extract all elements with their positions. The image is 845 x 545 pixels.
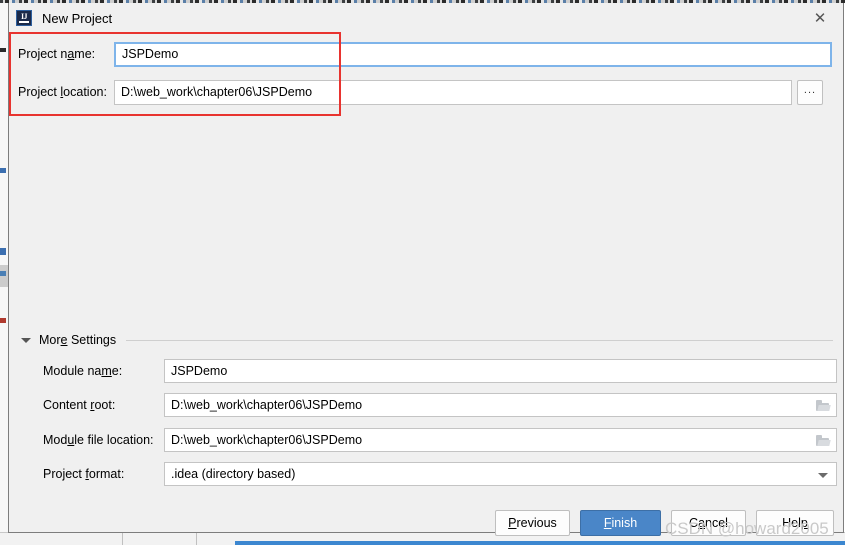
background-fleck	[0, 248, 6, 255]
app-icon-underline	[19, 21, 29, 23]
dialog-titlebar: IJ New Project ✕	[9, 3, 843, 33]
field-value: JSPDemo	[171, 364, 228, 378]
chevron-down-icon[interactable]	[21, 337, 31, 343]
field-value: D:\web_work\chapter06\JSPDemo	[171, 398, 363, 412]
label-part: revious	[516, 516, 557, 530]
label-part: Project	[18, 85, 61, 99]
chevron-down-icon[interactable]	[818, 473, 828, 478]
finish-button[interactable]: Finish	[580, 510, 661, 536]
folder-icon[interactable]	[816, 435, 831, 446]
module-file-location-row: Module file location: D:\web_work\chapte…	[9, 428, 837, 452]
label-part: Mod	[43, 433, 68, 447]
background-divider	[196, 533, 197, 545]
folder-icon[interactable]	[816, 400, 831, 411]
project-name-input[interactable]: JSPDemo	[114, 41, 832, 67]
background-fleck	[0, 271, 6, 276]
label-part: ocation:	[63, 85, 107, 99]
background-progress-bar	[235, 541, 845, 545]
more-settings-header[interactable]: More Settings	[21, 333, 833, 347]
background-ide-left-strip	[0, 3, 8, 533]
label-part: Hel	[782, 516, 801, 530]
section-divider	[126, 339, 833, 341]
label-part: Project n	[18, 47, 68, 61]
project-format-label: Project format:	[9, 467, 164, 481]
label-mnemonic: m	[101, 364, 112, 378]
project-format-select[interactable]: .idea (directory based)	[164, 462, 837, 486]
help-button[interactable]: Hel p	[756, 510, 834, 536]
intellij-idea-icon: IJ	[16, 10, 32, 26]
project-format-row: Project format: .idea (directory based)	[9, 462, 837, 486]
dialog-title: New Project	[42, 10, 113, 26]
new-project-dialog: IJ New Project ✕ Project name: JSPDemo P…	[8, 3, 844, 536]
label-part: le file location:	[74, 433, 154, 447]
module-file-location-input[interactable]: D:\web_work\chapter06\JSPDemo	[164, 428, 837, 452]
project-location-row: Project location: D:\web_work\chapter06\…	[9, 79, 823, 105]
module-name-label: Module name:	[9, 364, 164, 378]
project-name-label: Project name:	[9, 47, 114, 61]
background-fleck	[0, 48, 6, 52]
label-part: Project	[43, 467, 86, 481]
more-settings-label: More Settings	[39, 333, 116, 347]
label-part: oot:	[94, 398, 116, 412]
previous-button[interactable]: Previous	[495, 510, 570, 536]
label-mnemonic: P	[508, 516, 517, 530]
label-part: Module na	[43, 364, 102, 378]
background-fleck	[0, 265, 8, 287]
content-root-label: Content root:	[9, 398, 164, 412]
browse-button[interactable]: ...	[797, 79, 823, 105]
project-location-input[interactable]: D:\web_work\chapter06\JSPDemo	[114, 79, 792, 105]
module-file-location-label: Module file location:	[9, 433, 164, 447]
module-name-input[interactable]: JSPDemo	[164, 359, 837, 383]
label-part: ormat:	[88, 467, 125, 481]
label-mnemonic: p	[800, 516, 808, 530]
label-part: inish	[611, 516, 638, 530]
label-part: Mor	[39, 333, 61, 347]
label-mnemonic: F	[603, 516, 612, 530]
background-fleck	[0, 318, 6, 323]
module-name-row: Module name: JSPDemo	[9, 359, 837, 383]
project-location-label: Project location:	[9, 85, 114, 99]
field-value: .idea (directory based)	[171, 467, 296, 481]
app-icon-text: IJ	[20, 12, 28, 21]
project-name-row: Project name: JSPDemo	[9, 41, 832, 67]
label-part: C	[689, 516, 699, 530]
label-part: Content	[43, 398, 91, 412]
background-fleck	[0, 168, 6, 173]
content-root-row: Content root: D:\web_work\chapter06\JSPD…	[9, 393, 837, 417]
background-divider	[122, 533, 123, 545]
label-part: e:	[111, 364, 123, 378]
label-part: Settings	[67, 333, 117, 347]
label-part: me:	[74, 47, 96, 61]
label-mnemonic: a	[698, 516, 706, 530]
label-part: ncel	[705, 516, 728, 530]
cancel-button[interactable]: Ca ncel	[671, 510, 746, 536]
close-icon[interactable]: ✕	[797, 3, 843, 33]
content-root-input[interactable]: D:\web_work\chapter06\JSPDemo	[164, 393, 837, 417]
field-value: D:\web_work\chapter06\JSPDemo	[171, 433, 363, 447]
